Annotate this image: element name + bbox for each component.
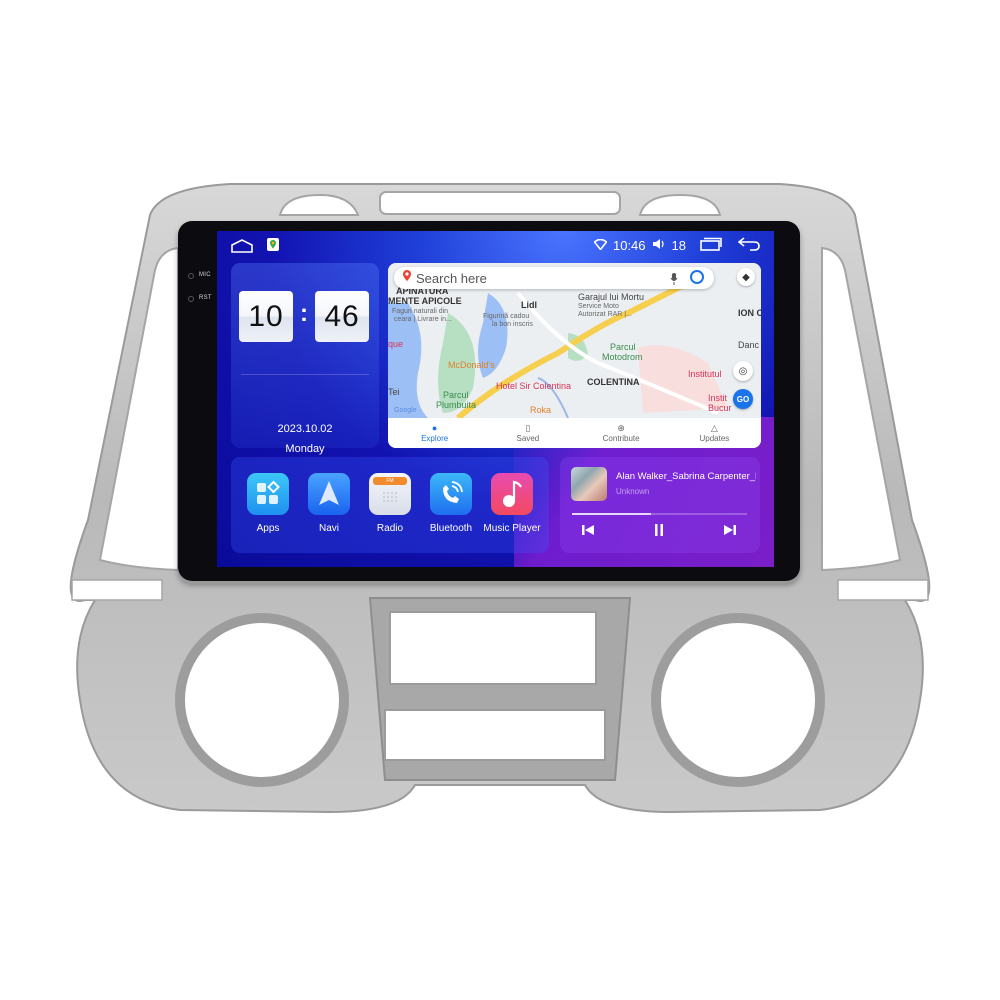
map-label: ceara | Livrare in...	[394, 316, 452, 323]
clock-minutes: 46	[315, 291, 369, 342]
back-icon[interactable]	[737, 237, 760, 254]
map-label: MENTE APICOLE	[388, 296, 462, 306]
map-nav-contribute[interactable]: ⊕ Contribute	[575, 418, 668, 448]
account-avatar-icon[interactable]	[690, 270, 704, 284]
map-label: Bucur	[708, 403, 732, 413]
apps-grid-icon	[247, 473, 289, 515]
app-bluetooth[interactable]: Bluetooth	[421, 473, 481, 534]
previous-icon[interactable]	[582, 523, 594, 539]
map-label: Parcul	[610, 342, 636, 352]
reset-button[interactable]	[188, 296, 194, 302]
playback-progress-bar[interactable]	[572, 513, 747, 515]
map-label: Plumbuita	[436, 400, 477, 410]
wifi-icon	[593, 238, 608, 253]
map-label: Institutul	[688, 369, 722, 379]
map-label: Motodrom	[602, 352, 643, 362]
music-widget[interactable]: Alan Walker_Sabrina Carpenter_F... Unkno…	[560, 457, 760, 553]
app-dock: Apps Navi FM Radio Bluetooth Music Playe…	[231, 457, 549, 553]
bookmark-icon: ▯	[525, 423, 531, 433]
volume-level: 18	[671, 238, 686, 253]
app-label: Apps	[256, 523, 280, 534]
nav-label: Saved	[516, 434, 540, 443]
go-button[interactable]: GO	[733, 389, 753, 409]
map-label: Tei	[388, 387, 400, 397]
fm-radio-icon: FM	[369, 473, 411, 515]
next-icon[interactable]	[724, 523, 736, 539]
clock-hours: 10	[239, 291, 293, 342]
map-label: Danc	[738, 340, 760, 350]
maps-widget[interactable]: Search here ◆ APINATURA MENTE APICOLE Fa…	[388, 263, 761, 448]
status-right: 10:46 18	[593, 237, 760, 254]
app-label: Bluetooth	[429, 523, 473, 534]
navigation-arrow-icon	[308, 473, 350, 515]
nav-label: Explore	[421, 434, 449, 443]
maps-pin-icon	[402, 269, 412, 287]
map-label: ION C	[738, 308, 761, 318]
map-label: Service Moto	[578, 303, 619, 310]
reset-label: RST	[199, 295, 212, 301]
map-search-box[interactable]: Search here	[394, 267, 714, 289]
map-bottom-nav: ● Explore ▯ Saved ⊕ Contribute △ Updates	[388, 418, 761, 448]
app-label: Music Player	[483, 523, 541, 534]
map-nav-saved[interactable]: ▯ Saved	[481, 418, 574, 448]
map-label: Parcul	[443, 390, 469, 400]
map-search-input[interactable]: Search here	[416, 271, 487, 286]
google-maps-icon[interactable]	[267, 238, 279, 251]
status-time: 10:46	[612, 238, 646, 253]
map-label: Garajul lui Mortu	[578, 292, 645, 302]
google-logo: Google	[394, 407, 417, 414]
clock-separator: :	[300, 300, 308, 327]
my-location-icon[interactable]: ◎	[733, 361, 753, 381]
map-label: Faguri naturali din	[392, 308, 449, 315]
map-label: Autorizat RAR |...	[578, 311, 632, 318]
add-circle-icon: ⊕	[617, 423, 625, 433]
clock-date: 2023.10.02	[277, 423, 333, 435]
status-bar: 10:46 18	[217, 231, 774, 261]
map-nav-explore[interactable]: ● Explore	[388, 418, 481, 448]
app-label: Radio	[376, 523, 404, 534]
map-label: Lidl	[521, 300, 537, 310]
nav-label: Updates	[699, 434, 730, 443]
album-art	[571, 467, 607, 501]
clock-divider	[241, 374, 369, 375]
home-icon[interactable]	[231, 239, 253, 256]
map-label: que	[388, 339, 404, 349]
location-pin-icon: ●	[431, 423, 438, 433]
app-navi[interactable]: Navi	[299, 473, 359, 534]
bell-icon: △	[710, 423, 718, 433]
nav-label: Contribute	[602, 434, 640, 443]
mic-hole	[188, 273, 194, 279]
app-apps[interactable]: Apps	[238, 473, 298, 534]
pause-icon[interactable]	[653, 523, 665, 539]
app-label: Navi	[318, 523, 339, 534]
song-title: Alan Walker_Sabrina Carpenter_F...	[616, 471, 756, 482]
map-label: Instit	[708, 393, 728, 403]
mic-label: MIC	[199, 272, 211, 278]
volume-icon[interactable]	[652, 238, 666, 253]
map-label: Figurină cadou	[483, 313, 530, 320]
recent-apps-icon[interactable]	[700, 237, 722, 254]
playback-progress-fill	[572, 513, 651, 515]
map-label: Roka	[530, 405, 552, 415]
map-label: COLENTINA	[587, 377, 640, 387]
app-radio[interactable]: FM Radio	[360, 473, 420, 534]
layers-icon[interactable]: ◆	[737, 268, 755, 286]
song-artist: Unknown	[616, 487, 650, 496]
mic-icon[interactable]	[670, 272, 678, 290]
map-nav-updates[interactable]: △ Updates	[668, 418, 761, 448]
map-label: la bon inscris	[492, 321, 533, 328]
app-music-player[interactable]: Music Player	[482, 473, 542, 534]
clock-widget[interactable]: 10 : 46 2023.10.02 Monday	[231, 263, 379, 455]
android-launcher-screen: 10:46 18 10 : 46 2023.10.02 Monday Searc…	[217, 231, 774, 567]
map-label: McDonald's	[448, 360, 495, 370]
clock-weekday: Monday	[285, 443, 325, 455]
phone-call-icon	[430, 473, 472, 515]
music-note-icon	[491, 473, 533, 515]
map-label: Hotel Sir Colentina	[496, 381, 572, 391]
